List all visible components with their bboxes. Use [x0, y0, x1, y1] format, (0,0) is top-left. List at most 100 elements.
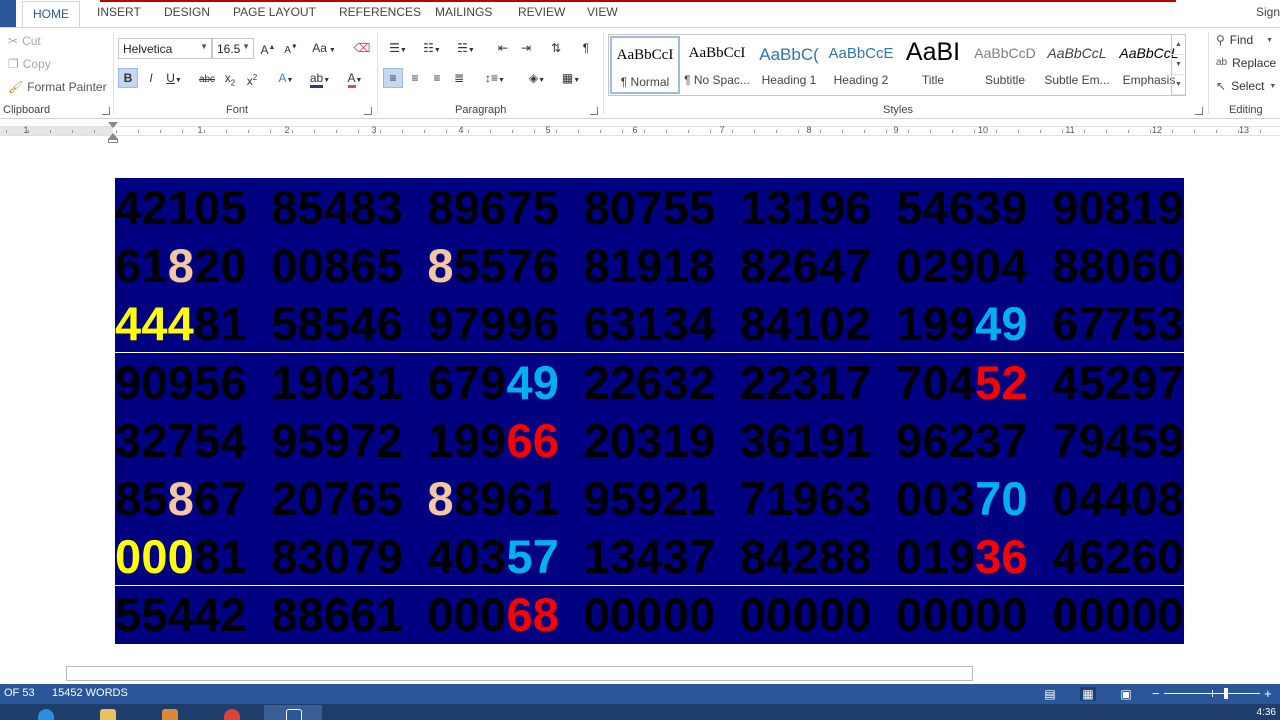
first-line-indent-marker[interactable]	[108, 122, 118, 128]
style-heading-1[interactable]: AaBbC( Heading 1	[754, 36, 824, 94]
align-center-icon: ≡	[411, 71, 419, 85]
scrollbar-thumb[interactable]	[66, 666, 973, 681]
show-formatting-button[interactable]: ¶	[576, 38, 596, 58]
tab-home[interactable]: HOME	[22, 1, 80, 27]
styles-launcher-icon[interactable]	[1195, 107, 1203, 115]
digit-group: 45297	[1052, 355, 1184, 409]
borders-icon: ▦	[561, 71, 574, 85]
tab-review[interactable]: REVIEW	[518, 5, 565, 19]
numbering-button[interactable]: ☷▼	[418, 38, 446, 58]
ruler-tick	[292, 130, 293, 133]
left-indent-marker[interactable]	[108, 139, 118, 143]
ruler-track	[0, 126, 1280, 136]
page-count[interactable]: OF 53	[4, 687, 35, 699]
italic-button[interactable]: I	[141, 68, 161, 88]
print-layout-icon[interactable]: ▦	[1080, 687, 1096, 701]
taskbar-ie[interactable]	[16, 705, 74, 720]
sort-button[interactable]: ⇅	[546, 38, 566, 58]
style-no-spacing[interactable]: AaBbCcI ¶ No Spac...	[682, 36, 752, 94]
ruler-tick	[204, 130, 205, 133]
select-button[interactable]: ↖ Select ▼	[1216, 79, 1276, 93]
highlighted-digits: 8	[427, 239, 454, 293]
copy-button[interactable]: ❐ Copy	[8, 57, 51, 71]
cut-button[interactable]: ✂ Cut	[8, 34, 41, 48]
format-painter-button[interactable]: 🖌 Format Painter	[8, 80, 107, 94]
styles-gallery-scroll: ▲ ▼ ▼	[1171, 35, 1185, 95]
font-size-select[interactable]: 16.5 ▼	[212, 38, 254, 59]
grow-font-button[interactable]: A▲	[258, 38, 278, 58]
increase-indent-button[interactable]: ⇥	[516, 38, 536, 58]
shading-button[interactable]: ◈▼	[523, 68, 551, 88]
style-heading-2[interactable]: AaBbCcE Heading 2	[826, 36, 896, 94]
horizontal-ruler[interactable]: 1 1 2 3 4 5 6 7 8 9 10 11 12 13	[0, 120, 1280, 144]
style-preview: AaBbCcI	[616, 47, 674, 63]
shrink-font-button[interactable]: A▼	[281, 38, 301, 58]
style-title[interactable]: AaBI Title	[898, 36, 968, 94]
find-button[interactable]: ⚲ Find ▼	[1216, 33, 1273, 47]
document-page[interactable]: 42105 85483 89675 80755 13196 54639 90819 61820…	[0, 144, 1280, 664]
zoom-knob[interactable]	[1224, 688, 1228, 699]
font-color-button[interactable]: A▼	[341, 68, 369, 88]
digit-group: 84288	[739, 530, 872, 584]
tab-page-layout[interactable]: PAGE LAYOUT	[233, 5, 316, 19]
tab-view[interactable]: VIEW	[587, 5, 618, 19]
tab-insert[interactable]: INSERT	[97, 5, 141, 19]
tab-references[interactable]: REFERENCES	[339, 5, 421, 19]
paragraph-launcher-icon[interactable]	[590, 107, 598, 115]
taskbar-explorer[interactable]	[78, 705, 136, 720]
word-count[interactable]: 15452 WORDS	[52, 687, 128, 699]
taskbar-app[interactable]	[140, 705, 198, 720]
align-left-button[interactable]: ≡	[383, 68, 403, 88]
web-layout-icon[interactable]: ▣	[1118, 687, 1134, 701]
style-subtle-emphasis[interactable]: AaBbCcL Subtle Em...	[1042, 36, 1112, 94]
ruler-left-margin	[0, 127, 113, 135]
borders-button[interactable]: ▦▼	[557, 68, 585, 88]
font-launcher-icon[interactable]	[364, 107, 372, 115]
digit-group: 00068	[427, 588, 560, 642]
font-name-select[interactable]: Helvetica ▼	[118, 38, 212, 59]
change-case-button[interactable]: Aa ▼	[309, 38, 339, 58]
tab-mailings[interactable]: MAILINGS	[435, 5, 492, 19]
tab-design[interactable]: DESIGN	[164, 5, 210, 19]
sign-in-link[interactable]: Sign	[1256, 5, 1280, 19]
multilevel-list-button[interactable]: ☵▼	[452, 38, 480, 58]
bullets-button[interactable]: ☰▼	[384, 38, 412, 58]
horizontal-scrollbar[interactable]	[0, 664, 1280, 684]
digit-group: 00081	[115, 530, 247, 584]
underline-button[interactable]: U▼	[164, 68, 184, 88]
gallery-more-icon[interactable]: ▼	[1172, 75, 1185, 95]
taskbar-word[interactable]	[264, 705, 322, 720]
style-normal[interactable]: AaBbCcI ¶ Normal	[610, 36, 680, 94]
taskbar-chrome[interactable]	[202, 705, 260, 720]
justify-button[interactable]: ≣	[449, 68, 469, 88]
chevron-up-icon[interactable]: ▲	[1172, 35, 1185, 55]
ruler-tick	[600, 130, 601, 133]
replace-button[interactable]: ab Replace	[1216, 56, 1276, 70]
align-center-button[interactable]: ≡	[405, 68, 425, 88]
text-effects-button[interactable]: A▼	[276, 68, 296, 88]
style-subtitle[interactable]: AaBbCcD Subtitle	[970, 36, 1040, 94]
bold-button[interactable]: B	[118, 68, 138, 88]
clear-formatting-button[interactable]: ⌫	[352, 38, 372, 58]
strikethrough-button[interactable]: abc	[197, 68, 217, 88]
zoom-in-icon[interactable]: +	[1264, 686, 1272, 701]
align-right-button[interactable]: ≡	[427, 68, 447, 88]
style-name: ¶ No Spac...	[684, 73, 750, 87]
digit-group: 40357	[427, 530, 560, 584]
digit-group: 04408	[1052, 472, 1184, 525]
file-tab[interactable]	[0, 0, 16, 27]
decrease-indent-button[interactable]: ⇤	[493, 38, 513, 58]
highlight-color-button[interactable]: ab▼	[306, 68, 334, 88]
number-row: 61820 00865 85576 81918 82647 02904 88060	[115, 237, 1184, 295]
ruler-tick	[578, 130, 579, 133]
read-mode-icon[interactable]: ▤	[1042, 687, 1058, 701]
zoom-out-icon[interactable]: −	[1152, 686, 1160, 701]
ribbon-home: ✂ Cut ❐ Copy 🖌 Format Painter Clipboard …	[0, 27, 1280, 119]
superscript-button[interactable]: x2	[242, 68, 262, 88]
zoom-slider[interactable]: − +	[1150, 684, 1276, 704]
chevron-down-icon[interactable]: ▼	[1172, 55, 1185, 75]
line-spacing-button[interactable]: ↕≡▼	[481, 68, 509, 88]
subscript-button[interactable]: x2	[220, 68, 240, 88]
clipboard-launcher-icon[interactable]	[102, 107, 110, 115]
text-effects-icon: A	[278, 71, 287, 85]
